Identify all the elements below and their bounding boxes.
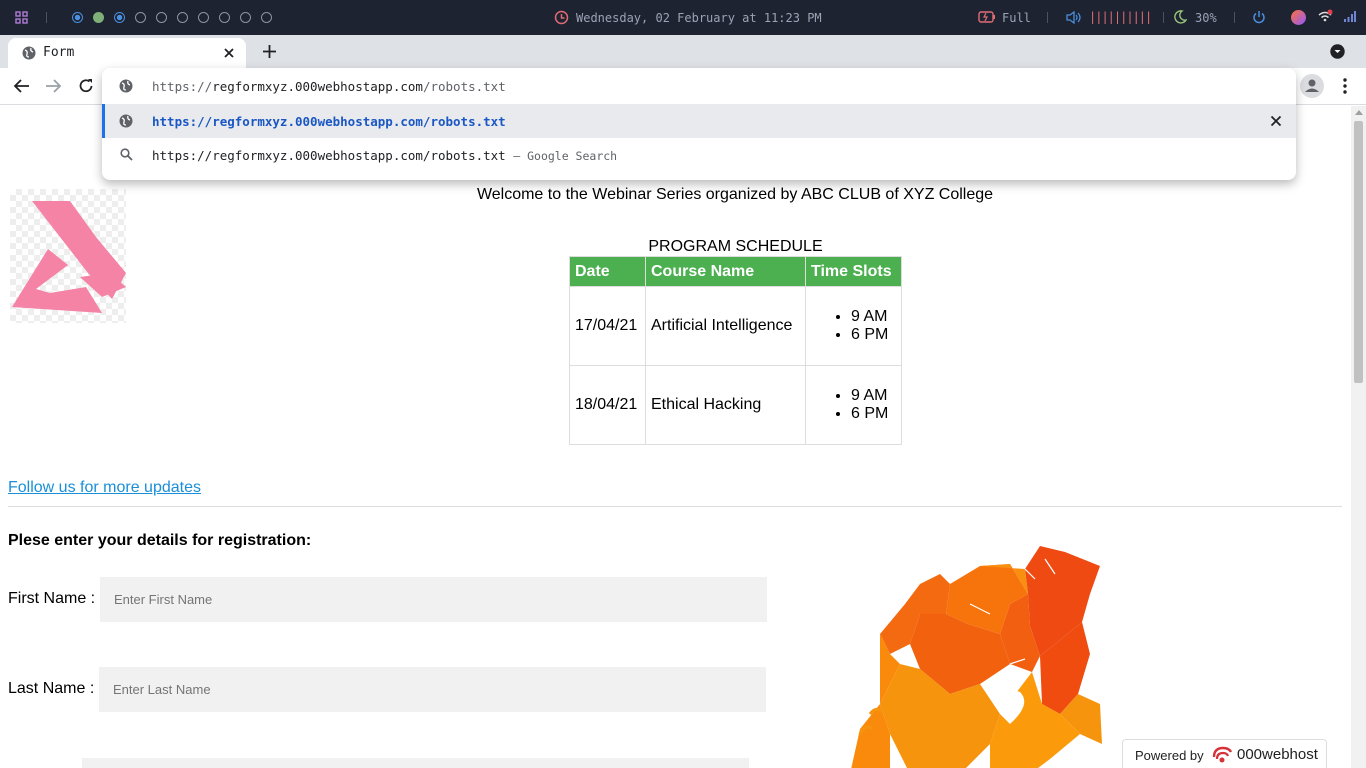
separator bbox=[1163, 12, 1164, 23]
workspace-8-indicator[interactable] bbox=[219, 12, 230, 23]
registration-heading: Plese enter your details for registratio… bbox=[8, 532, 312, 549]
browser-menu-icon[interactable] bbox=[1338, 78, 1352, 99]
table-row: 18/04/21 Ethical Hacking 9 AM6 PM bbox=[569, 365, 902, 445]
welcome-heading: Welcome to the Webinar Series organized … bbox=[476, 186, 994, 203]
cell-slots: 9 AM6 PM bbox=[805, 286, 902, 366]
workspace-9-indicator[interactable] bbox=[240, 12, 251, 23]
network-tray-icon[interactable] bbox=[1317, 9, 1333, 26]
address-bar-url[interactable]: https://regformxyz.000webhostapp.com/rob… bbox=[152, 79, 506, 94]
slot-item: 6 PM bbox=[851, 326, 896, 344]
suggestion-url-text: https://regformxyz.000webhostapp.com/rob… bbox=[152, 114, 506, 129]
suggestion-row-url[interactable]: https://regformxyz.000webhostapp.com/rob… bbox=[102, 104, 1296, 138]
divider bbox=[8, 506, 1342, 507]
slot-item: 9 AM bbox=[851, 308, 896, 326]
firefox-tray-icon[interactable] bbox=[1291, 10, 1306, 25]
table-header-row: Date Course Name Time Slots bbox=[569, 256, 902, 287]
volume-level-bars[interactable]: |||||||||| bbox=[1089, 10, 1152, 24]
battery-icon bbox=[978, 11, 996, 26]
cell-slots: 9 AM6 PM bbox=[805, 365, 902, 445]
power-icon[interactable] bbox=[1252, 10, 1266, 27]
search-query: https://regformxyz.000webhostapp.com/rob… bbox=[152, 148, 506, 163]
tab-search-dropdown-icon[interactable] bbox=[1330, 44, 1345, 64]
cell-course: Ethical Hacking bbox=[645, 365, 806, 445]
table-row: 17/04/21 Artificial Intelligence 9 AM6 P… bbox=[569, 286, 902, 366]
first-name-label: First Name : bbox=[8, 590, 96, 607]
omnibox-dropdown: https://regformxyz.000webhostapp.com/rob… bbox=[102, 68, 1296, 180]
forward-arrow-icon[interactable] bbox=[45, 78, 62, 99]
signal-bars-icon[interactable] bbox=[1343, 11, 1356, 26]
workspace-6-indicator[interactable] bbox=[177, 12, 188, 23]
slot-item: 6 PM bbox=[851, 405, 896, 423]
clock-icon bbox=[554, 10, 569, 28]
first-name-field[interactable] bbox=[100, 577, 767, 622]
remove-suggestion-icon[interactable] bbox=[1270, 115, 1282, 130]
globe-icon bbox=[119, 79, 133, 96]
000webhost-logo-icon bbox=[1210, 745, 1234, 768]
workspace-2-indicator[interactable] bbox=[93, 12, 104, 23]
slot-list: 9 AM6 PM bbox=[823, 308, 896, 344]
powered-by-text: Powered by bbox=[1135, 748, 1204, 763]
suggestion-row-search[interactable]: https://regformxyz.000webhostapp.com/rob… bbox=[102, 138, 1296, 172]
scroll-up-arrow-icon[interactable] bbox=[1355, 110, 1363, 115]
column-header-course: Course Name bbox=[645, 256, 806, 287]
url-host: regformxyz.000webhostapp.com bbox=[212, 79, 423, 94]
profile-avatar-icon[interactable] bbox=[1300, 74, 1324, 98]
scrollbar-thumb[interactable] bbox=[1354, 121, 1363, 383]
url-path: /robots.txt bbox=[422, 79, 506, 94]
reload-icon[interactable] bbox=[78, 78, 94, 99]
url-prefix: https:// bbox=[152, 79, 213, 94]
workspace-5-indicator[interactable] bbox=[156, 12, 167, 23]
separator bbox=[1047, 12, 1048, 23]
globe-icon bbox=[22, 46, 36, 65]
slot-list: 9 AM6 PM bbox=[823, 387, 896, 423]
column-header-slots: Time Slots bbox=[805, 256, 902, 287]
close-tab-icon[interactable] bbox=[223, 46, 235, 64]
brightness-level: 30% bbox=[1195, 11, 1217, 25]
separator bbox=[1234, 12, 1235, 23]
cell-date: 17/04/21 bbox=[569, 286, 646, 366]
workspace-1-indicator[interactable] bbox=[72, 12, 83, 23]
host-brand-text: 000webhost bbox=[1237, 746, 1318, 763]
column-header-date: Date bbox=[569, 256, 646, 287]
slot-item: 9 AM bbox=[851, 387, 896, 405]
selection-indicator bbox=[102, 104, 105, 138]
workspace-4-indicator[interactable] bbox=[135, 12, 146, 23]
address-bar[interactable]: https://regformxyz.000webhostapp.com/rob… bbox=[102, 68, 1296, 104]
battery-status: Full bbox=[1002, 11, 1031, 25]
schedule-title: PROGRAM SCHEDULE bbox=[648, 238, 823, 255]
workspace-7-indicator[interactable] bbox=[198, 12, 209, 23]
tab-form[interactable]: Form bbox=[8, 38, 246, 68]
workspace-3-indicator[interactable] bbox=[114, 12, 125, 23]
follow-link[interactable]: Follow us for more updates bbox=[8, 479, 201, 497]
system-top-bar: Wednesday, 02 February at 11:23 PM Full … bbox=[0, 0, 1366, 35]
new-tab-plus-icon[interactable] bbox=[262, 44, 277, 64]
search-suggestion-text: https://regformxyz.000webhostapp.com/rob… bbox=[152, 148, 617, 163]
schedule-table: Date Course Name Time Slots 17/04/21 Art… bbox=[569, 256, 902, 445]
datetime-text[interactable]: Wednesday, 02 February at 11:23 PM bbox=[576, 11, 822, 25]
browser-tab-strip: Form bbox=[0, 35, 1366, 68]
map-illustration bbox=[850, 544, 1102, 768]
search-suffix: – Google Search bbox=[513, 149, 618, 163]
page-scrollbar[interactable] bbox=[1351, 106, 1366, 768]
club-logo bbox=[10, 189, 126, 323]
next-field-partial[interactable] bbox=[82, 758, 749, 768]
back-arrow-icon[interactable] bbox=[13, 78, 30, 99]
separator bbox=[46, 12, 47, 23]
volume-icon[interactable] bbox=[1066, 10, 1081, 27]
page-content: Welcome to the Webinar Series organized … bbox=[0, 106, 1351, 768]
powered-by-badge[interactable]: Powered by 000webhost bbox=[1122, 739, 1327, 768]
tab-title: Form bbox=[43, 45, 75, 60]
apps-grid-icon[interactable] bbox=[15, 11, 28, 24]
search-icon bbox=[120, 148, 133, 164]
cell-course: Artificial Intelligence bbox=[645, 286, 806, 366]
globe-icon bbox=[119, 114, 133, 131]
cell-date: 18/04/21 bbox=[569, 365, 646, 445]
brightness-moon-icon[interactable] bbox=[1173, 10, 1188, 27]
last-name-label: Last Name : bbox=[8, 680, 95, 697]
last-name-field[interactable] bbox=[99, 667, 766, 712]
workspace-10-indicator[interactable] bbox=[261, 12, 272, 23]
